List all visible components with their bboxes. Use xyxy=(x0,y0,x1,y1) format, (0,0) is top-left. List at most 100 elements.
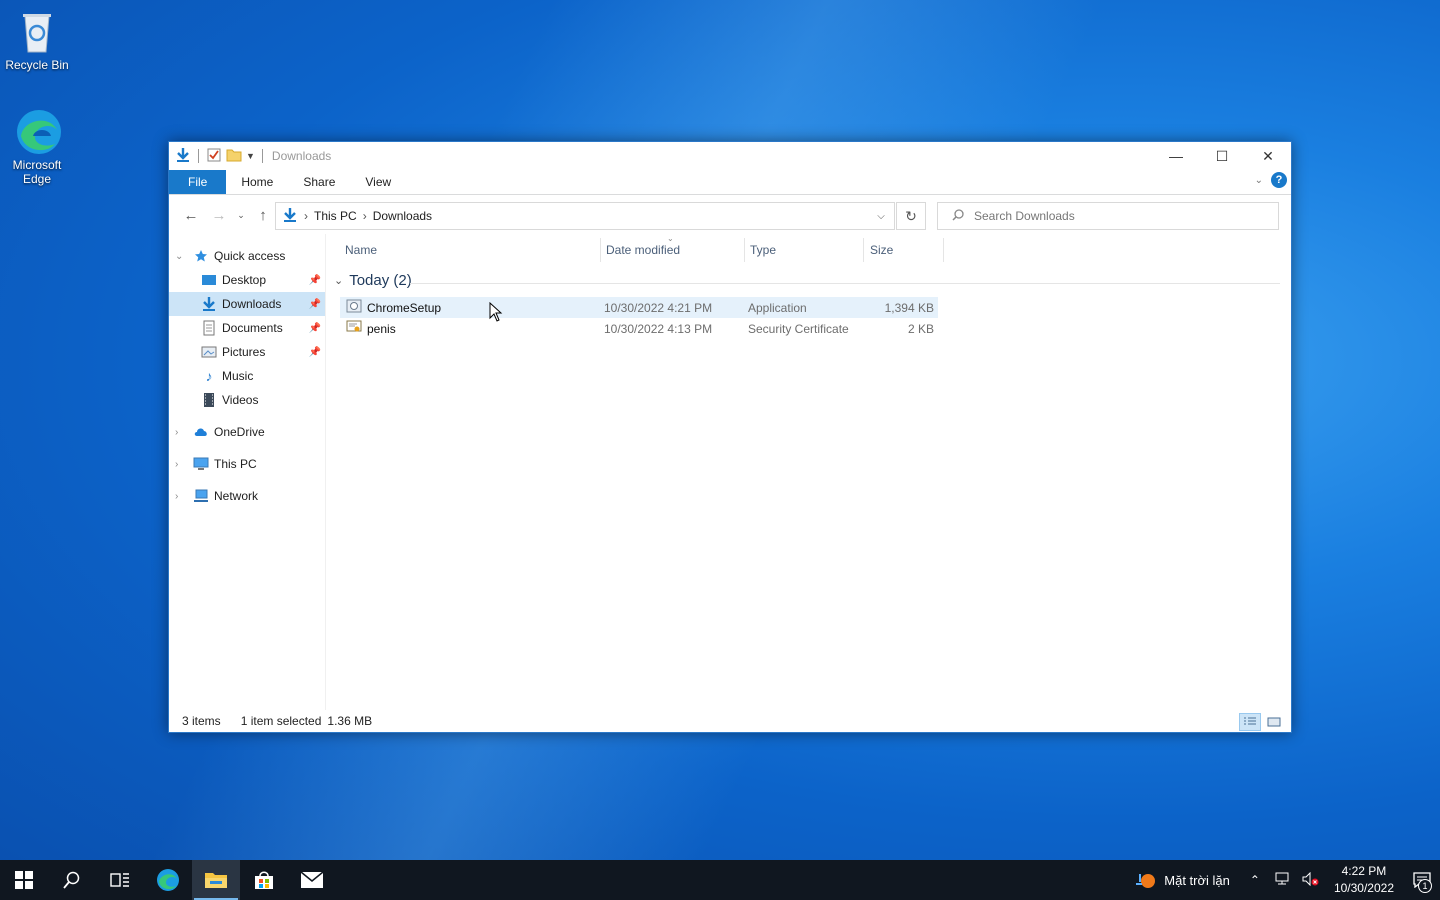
start-button[interactable] xyxy=(0,860,48,900)
qat-dropdown-icon[interactable]: ▼ xyxy=(246,151,255,161)
pin-icon[interactable]: 📌 xyxy=(309,323,321,334)
task-view-button[interactable] xyxy=(96,860,144,900)
breadcrumb-this-pc[interactable]: This PC xyxy=(314,209,357,223)
nav-item-desktop[interactable]: Desktop 📌 xyxy=(169,268,325,292)
search-icon xyxy=(952,208,964,224)
clock[interactable]: 4:22 PM 10/30/2022 xyxy=(1334,863,1394,897)
status-size: 1.36 MB xyxy=(327,714,373,728)
column-divider[interactable] xyxy=(744,238,745,262)
minimize-button[interactable]: — xyxy=(1153,142,1199,170)
close-button[interactable]: ✕ xyxy=(1245,142,1291,170)
weather-text: Mặt trời lặn xyxy=(1164,872,1230,888)
explorer-window: ▼ Downloads — ☐ ✕ File Home Share View ⌄… xyxy=(168,141,1292,733)
maximize-button[interactable]: ☐ xyxy=(1199,142,1245,170)
breadcrumb-separator-icon[interactable]: › xyxy=(363,209,367,223)
file-explorer-taskbar-button[interactable] xyxy=(192,860,240,900)
column-divider[interactable] xyxy=(863,238,864,262)
pin-icon[interactable]: 📌 xyxy=(309,275,321,286)
search-taskbar-button[interactable] xyxy=(48,860,96,900)
expand-chevron-icon[interactable]: › xyxy=(175,459,178,470)
taskbar: Mặt trời lặn ⌃ 4:22 PM 10/30/2022 1 xyxy=(0,860,1440,900)
action-center-button[interactable]: 1 xyxy=(1404,860,1440,900)
nav-quick-access[interactable]: ⌄ Quick access xyxy=(169,244,325,268)
search-box[interactable]: Search Downloads xyxy=(937,202,1279,230)
nav-item-music[interactable]: ♪ Music xyxy=(169,364,325,388)
expand-chevron-icon[interactable]: › xyxy=(175,427,178,438)
computer-icon xyxy=(193,456,209,472)
refresh-button[interactable]: ↻ xyxy=(896,202,926,230)
file-size: 2 KB xyxy=(907,321,934,336)
file-row[interactable]: penis 10/30/2022 4:13 PM Security Certif… xyxy=(340,318,938,339)
desktop-icon-recycle-bin[interactable]: Recycle Bin xyxy=(0,8,74,72)
file-name: ChromeSetup xyxy=(367,300,442,315)
expand-chevron-icon[interactable]: › xyxy=(175,491,178,502)
edge-taskbar-button[interactable] xyxy=(144,860,192,900)
expand-chevron-icon[interactable]: ⌄ xyxy=(175,251,183,262)
status-bar: 3 items 1 item selected 1.36 MB xyxy=(169,710,1291,732)
file-type: Security Certificate xyxy=(748,321,849,336)
up-button[interactable]: ↑ xyxy=(249,204,277,226)
sunset-icon xyxy=(1136,874,1156,888)
title-bar[interactable]: ▼ Downloads — ☐ ✕ xyxy=(169,142,1291,170)
file-row[interactable]: ChromeSetup 10/30/2022 4:21 PM Applicati… xyxy=(340,297,938,318)
back-button[interactable]: ← xyxy=(177,204,205,226)
mouse-cursor-icon xyxy=(489,301,503,325)
tab-home[interactable]: Home xyxy=(226,170,288,194)
nav-network[interactable]: › Network xyxy=(169,484,325,508)
pin-icon[interactable]: 📌 xyxy=(309,299,321,310)
file-explorer-icon xyxy=(205,873,227,888)
network-status-icon[interactable] xyxy=(1274,872,1290,889)
desktop-icon-label: Recycle Bin xyxy=(5,58,69,72)
ribbon-right: ⌄ ? xyxy=(1255,172,1287,188)
column-divider[interactable] xyxy=(943,238,944,262)
column-divider[interactable] xyxy=(600,238,601,262)
qat-divider xyxy=(198,149,199,163)
details-view-button[interactable] xyxy=(1239,713,1261,731)
system-tray: Mặt trời lặn ⌃ 4:22 PM 10/30/2022 1 xyxy=(1134,860,1440,900)
group-header-today[interactable]: ⌄ Today (2) xyxy=(334,272,412,289)
nav-label: Quick access xyxy=(214,249,286,263)
breadcrumb-downloads[interactable]: Downloads xyxy=(373,209,432,223)
file-list: Name Date modified ⌄ Type Size ⌄ Today (… xyxy=(326,234,1291,710)
help-icon[interactable]: ? xyxy=(1271,172,1287,188)
column-headers: Name Date modified ⌄ Type Size xyxy=(326,234,946,266)
documents-folder-icon xyxy=(201,320,217,336)
cloud-icon xyxy=(193,424,209,440)
tab-file[interactable]: File xyxy=(169,170,227,194)
column-date-modified[interactable]: Date modified xyxy=(606,243,680,257)
mail-taskbar-button[interactable] xyxy=(288,860,336,900)
weather-widget[interactable]: Mặt trời lặn xyxy=(1134,870,1230,890)
nav-onedrive[interactable]: › OneDrive xyxy=(169,420,325,444)
large-icons-view-button[interactable] xyxy=(1263,713,1285,731)
breadcrumb-separator-icon[interactable]: › xyxy=(304,209,308,223)
show-hidden-icons-icon[interactable]: ⌃ xyxy=(1250,873,1260,887)
nav-item-videos[interactable]: Videos xyxy=(169,388,325,412)
properties-icon[interactable] xyxy=(206,147,222,166)
nav-item-documents[interactable]: Documents 📌 xyxy=(169,316,325,340)
pin-icon[interactable]: 📌 xyxy=(309,347,321,358)
tab-share[interactable]: Share xyxy=(288,170,350,194)
column-name[interactable]: Name xyxy=(345,243,377,257)
volume-muted-icon[interactable] xyxy=(1302,871,1320,889)
downloads-arrow-icon xyxy=(175,147,191,166)
windows-logo-icon xyxy=(15,871,33,889)
column-size[interactable]: Size xyxy=(870,243,893,257)
column-type[interactable]: Type xyxy=(750,243,776,257)
group-label: Today (2) xyxy=(349,272,412,289)
store-taskbar-button[interactable] xyxy=(240,860,288,900)
nav-this-pc[interactable]: › This PC xyxy=(169,452,325,476)
address-dropdown-icon[interactable]: ⌵ xyxy=(868,203,894,229)
recent-locations-button[interactable]: ⌄ xyxy=(233,204,249,226)
address-bar[interactable]: › This PC › Downloads ⌵ xyxy=(275,202,895,230)
nav-label: Pictures xyxy=(222,345,266,359)
nav-item-pictures[interactable]: Pictures 📌 xyxy=(169,340,325,364)
expand-ribbon-icon[interactable]: ⌄ xyxy=(1255,175,1263,186)
tab-view[interactable]: View xyxy=(350,170,406,194)
nav-item-downloads[interactable]: Downloads 📌 xyxy=(169,292,325,316)
collapse-chevron-icon[interactable]: ⌄ xyxy=(334,274,343,287)
nav-label: Documents xyxy=(222,321,283,335)
notification-badge: 1 xyxy=(1418,879,1432,893)
desktop-icon-edge[interactable]: Microsoft Edge xyxy=(0,108,74,186)
forward-button[interactable]: → xyxy=(205,204,233,226)
new-folder-icon[interactable] xyxy=(226,147,242,166)
